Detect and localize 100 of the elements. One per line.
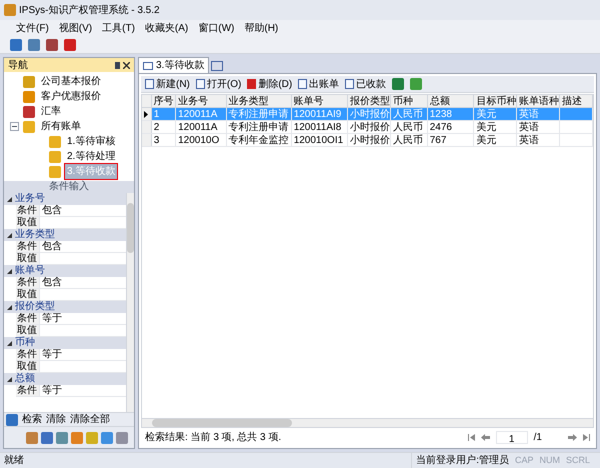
toolbar-button[interactable]: 打开(O) bbox=[196, 76, 242, 92]
table-cell: 英语 bbox=[517, 121, 560, 133]
condition-value[interactable]: 包含 bbox=[40, 277, 126, 288]
condition-label: 条件 bbox=[16, 385, 40, 396]
toolbar-button[interactable]: 出账单 bbox=[298, 76, 340, 92]
column-header[interactable]: 描述 bbox=[560, 95, 593, 107]
table-cell: 美元 bbox=[474, 108, 518, 120]
nav-item[interactable]: 汇率 bbox=[38, 103, 64, 120]
condition-label: 条件 bbox=[16, 205, 40, 216]
table-cell: 120011A bbox=[176, 121, 227, 133]
menu-item[interactable]: 文件(F) bbox=[16, 20, 49, 36]
nav-item[interactable]: 2.等待处理 bbox=[64, 148, 118, 165]
column-header[interactable]: 币种 bbox=[390, 95, 428, 107]
condition-label: 条件 bbox=[16, 277, 40, 288]
column-header[interactable]: 业务类型 bbox=[226, 95, 292, 107]
collapse-icon[interactable] bbox=[10, 122, 19, 131]
page-field[interactable]: 1 bbox=[496, 430, 528, 444]
table-cell: 2476 bbox=[428, 121, 474, 133]
nav-item[interactable]: 公司基本报价 bbox=[38, 73, 104, 90]
condition-label: 取值 bbox=[16, 361, 40, 372]
column-header[interactable]: 账单号 bbox=[292, 95, 348, 107]
page-total: /1 bbox=[534, 430, 542, 444]
toolbar-button[interactable]: 删除(D) bbox=[247, 76, 292, 92]
condition-value[interactable]: 包含 bbox=[40, 205, 126, 216]
table-cell: 小时报价 bbox=[348, 134, 391, 146]
table-cell: 2 bbox=[152, 121, 176, 133]
menu-item[interactable]: 窗口(W) bbox=[198, 20, 234, 36]
table-cell: 美元 bbox=[474, 121, 518, 133]
previous-icon[interactable] bbox=[480, 434, 490, 440]
column-header[interactable]: 总额 bbox=[428, 95, 474, 107]
nav-item[interactable]: 客户优惠报价 bbox=[38, 88, 104, 105]
column-header[interactable]: 业务号 bbox=[176, 95, 227, 107]
toolbar-button[interactable]: 新建(N) bbox=[145, 76, 190, 92]
horizontal-scrollbar[interactable] bbox=[142, 418, 593, 427]
user-text: 当前登录用户:管理员 bbox=[411, 453, 509, 468]
condition-label: 条件 bbox=[16, 313, 40, 324]
table-cell: 120011A bbox=[176, 108, 227, 120]
action-link[interactable]: 清除 bbox=[46, 412, 66, 427]
menu-item[interactable]: 工具(T) bbox=[102, 20, 135, 36]
column-header[interactable]: 序号 bbox=[152, 95, 176, 107]
table-cell: 美元 bbox=[474, 134, 518, 146]
table-cell: 英语 bbox=[517, 134, 560, 146]
menu-item[interactable]: 收藏夹(A) bbox=[144, 20, 188, 36]
expand-icon[interactable] bbox=[7, 304, 12, 310]
expand-icon[interactable] bbox=[7, 268, 12, 274]
last-page-icon[interactable] bbox=[583, 434, 590, 440]
condition-label: 取值 bbox=[16, 325, 40, 336]
table-cell: 767 bbox=[428, 134, 474, 146]
table-cell: 1238 bbox=[428, 108, 474, 120]
row-indicator-icon bbox=[144, 110, 148, 118]
table-cell: 专利注册申请 bbox=[226, 108, 292, 120]
toolbar-button[interactable]: 已收款 bbox=[345, 76, 386, 92]
condition-value[interactable]: 等于 bbox=[40, 313, 126, 324]
nav-item[interactable]: 所有账单 bbox=[38, 118, 84, 135]
table-cell: 专利年金监控 bbox=[226, 134, 292, 146]
panel-header: 条件输入 bbox=[4, 181, 134, 193]
table-cell: 小时报价 bbox=[348, 108, 391, 120]
window-title: IPSys-知识产权管理系统 - 3.5.2 bbox=[19, 4, 160, 18]
document-tab[interactable]: 3.等待收款 bbox=[138, 57, 210, 73]
condition-value[interactable]: 等于 bbox=[40, 349, 126, 360]
table-cell: 人民币 bbox=[390, 108, 428, 120]
table-cell: 120010O bbox=[176, 134, 227, 146]
table-row[interactable]: 2 120011A 专利注册申请 120011AI8 小时报价 人民币 2476 美元 英语 bbox=[142, 121, 593, 134]
table-row[interactable]: 3 120010O 专利年金监控 120010OI1 小时报价 人民币 767 美元 英语 bbox=[142, 134, 593, 147]
condition-label: 条件 bbox=[16, 241, 40, 252]
table-cell: 人民币 bbox=[390, 121, 428, 133]
result-text: 检索结果: 当前 3 项, 总共 3 项. bbox=[145, 430, 282, 444]
group-title[interactable]: 总额 bbox=[15, 373, 35, 385]
table-cell: 英语 bbox=[517, 108, 560, 120]
table-cell: 120010OI1 bbox=[292, 134, 348, 146]
table-cell: 专利注册申请 bbox=[226, 121, 292, 133]
action-link[interactable]: 清除全部 bbox=[70, 412, 110, 427]
table-cell: 1 bbox=[152, 108, 176, 120]
expand-icon[interactable] bbox=[7, 340, 12, 346]
condition-value[interactable]: 等于 bbox=[40, 385, 126, 396]
condition-label: 取值 bbox=[16, 253, 40, 264]
condition-label: 取值 bbox=[16, 289, 40, 300]
action-link[interactable]: 检索 bbox=[22, 412, 42, 427]
scrollbar[interactable] bbox=[126, 193, 134, 412]
nav-item[interactable]: 1.等待审核 bbox=[64, 133, 118, 150]
expand-icon[interactable] bbox=[7, 376, 12, 382]
table-cell: 120011AI9 bbox=[292, 108, 348, 120]
first-page-icon[interactable] bbox=[468, 434, 475, 440]
menu-item[interactable]: 视图(V) bbox=[58, 20, 92, 36]
condition-value[interactable]: 包含 bbox=[40, 241, 126, 252]
next-icon[interactable] bbox=[568, 434, 577, 440]
key-indicator: CAP bbox=[514, 454, 534, 467]
column-header[interactable]: 目标币种 bbox=[474, 95, 518, 107]
expand-icon[interactable] bbox=[7, 232, 12, 238]
expand-icon[interactable] bbox=[7, 196, 12, 202]
window-icon bbox=[143, 62, 153, 70]
group-title[interactable]: 币种 bbox=[15, 337, 35, 349]
column-header[interactable]: 报价类型 bbox=[348, 95, 391, 107]
table-cell: 3 bbox=[152, 134, 176, 146]
menu-item[interactable]: 帮助(H) bbox=[244, 20, 278, 36]
condition-label: 条件 bbox=[16, 349, 40, 360]
column-header[interactable]: 账单语种 bbox=[517, 95, 560, 107]
key-indicator: NUM bbox=[539, 454, 560, 467]
new-tab-icon[interactable] bbox=[211, 61, 224, 71]
table-cell: 小时报价 bbox=[348, 121, 391, 133]
